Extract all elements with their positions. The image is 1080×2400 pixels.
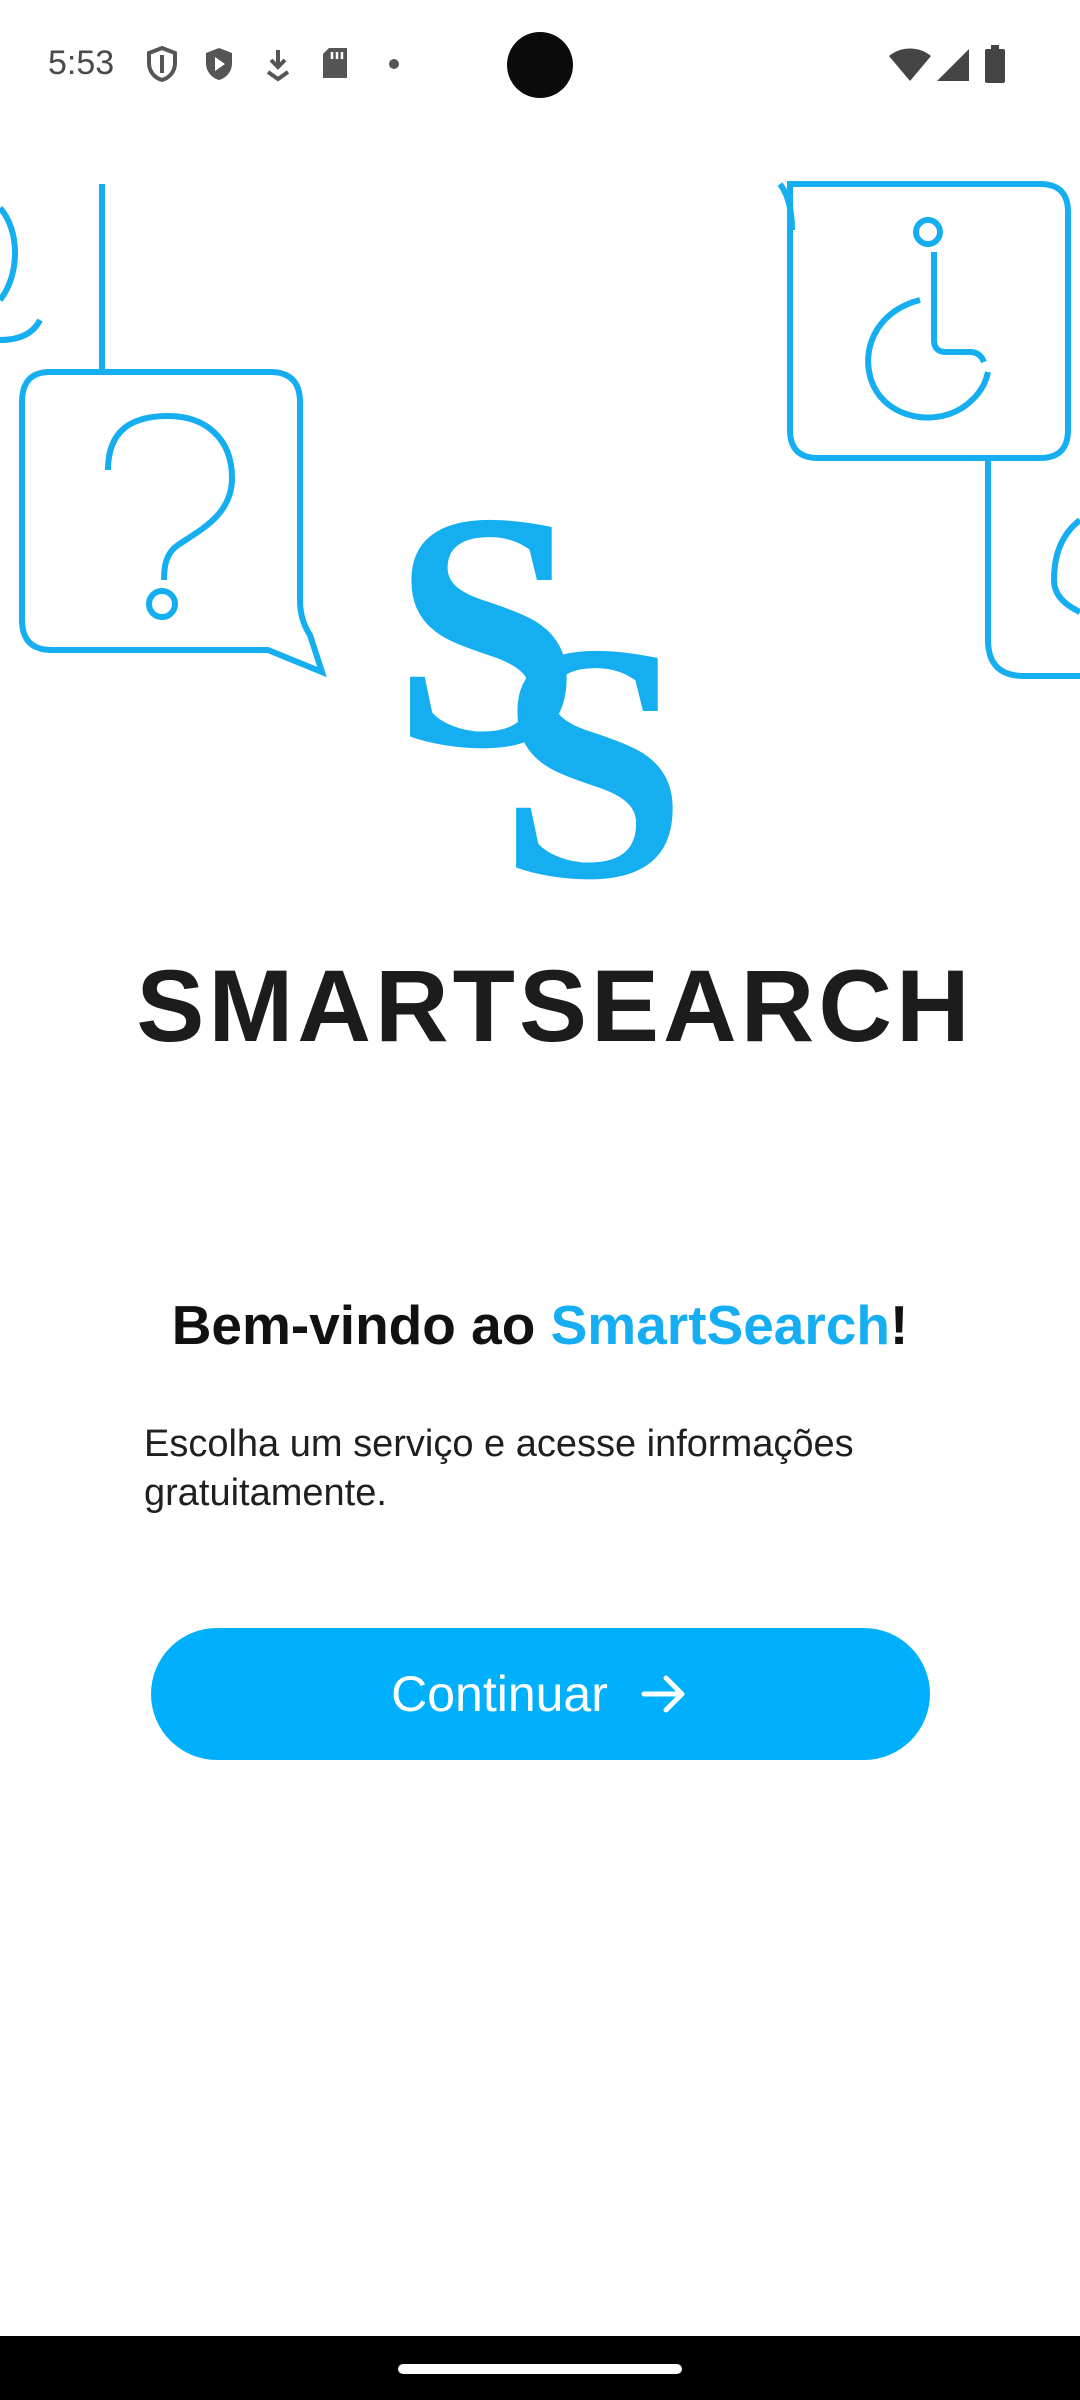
partial-bubble-left — [0, 205, 18, 302]
welcome-suffix: ! — [889, 1294, 909, 1356]
question-bubble-icon — [19, 369, 327, 678]
logo-wordmark: SMARTSEARCH — [136, 949, 974, 1063]
arrow-right-icon — [638, 1668, 690, 1720]
sd-card-icon — [323, 48, 347, 78]
status-time: 5:53 — [48, 44, 115, 82]
welcome-prefix: Bem-vindo ao — [171, 1294, 551, 1356]
logo-monogram-s2: S — [498, 573, 687, 900]
continue-button-label: Continuar — [391, 1666, 608, 1722]
play-shield-icon — [206, 48, 232, 80]
welcome-screen: 5:53 S S SMARTSEARCH Bem-vindo ao SmartS… — [0, 0, 1080, 2400]
shield-outline-icon — [147, 46, 177, 82]
status-bar: 5:53 — [0, 0, 1080, 130]
hero-illustration: S S — [0, 181, 1080, 900]
accessibility-bubble-icon — [787, 181, 1071, 461]
signal-icon — [937, 49, 969, 81]
welcome-subtitle: Escolha um serviço e acesse informações … — [144, 1423, 854, 1514]
dot-icon — [389, 59, 399, 69]
continue-button[interactable]: Continuar — [151, 1628, 930, 1760]
welcome-title: Bem-vindo ao SmartSearch! — [0, 1292, 1080, 1358]
download-icon — [266, 50, 290, 82]
wifi-icon — [889, 48, 931, 81]
camera-cutout — [507, 32, 573, 98]
battery-icon — [985, 45, 1005, 83]
ss-monogram: S S — [392, 442, 687, 900]
partial-bubble-left-tail — [0, 318, 43, 343]
partial-bubble-right — [1050, 517, 1080, 615]
welcome-brand: SmartSearch — [550, 1294, 890, 1356]
home-gesture-handle[interactable] — [398, 2364, 682, 2374]
